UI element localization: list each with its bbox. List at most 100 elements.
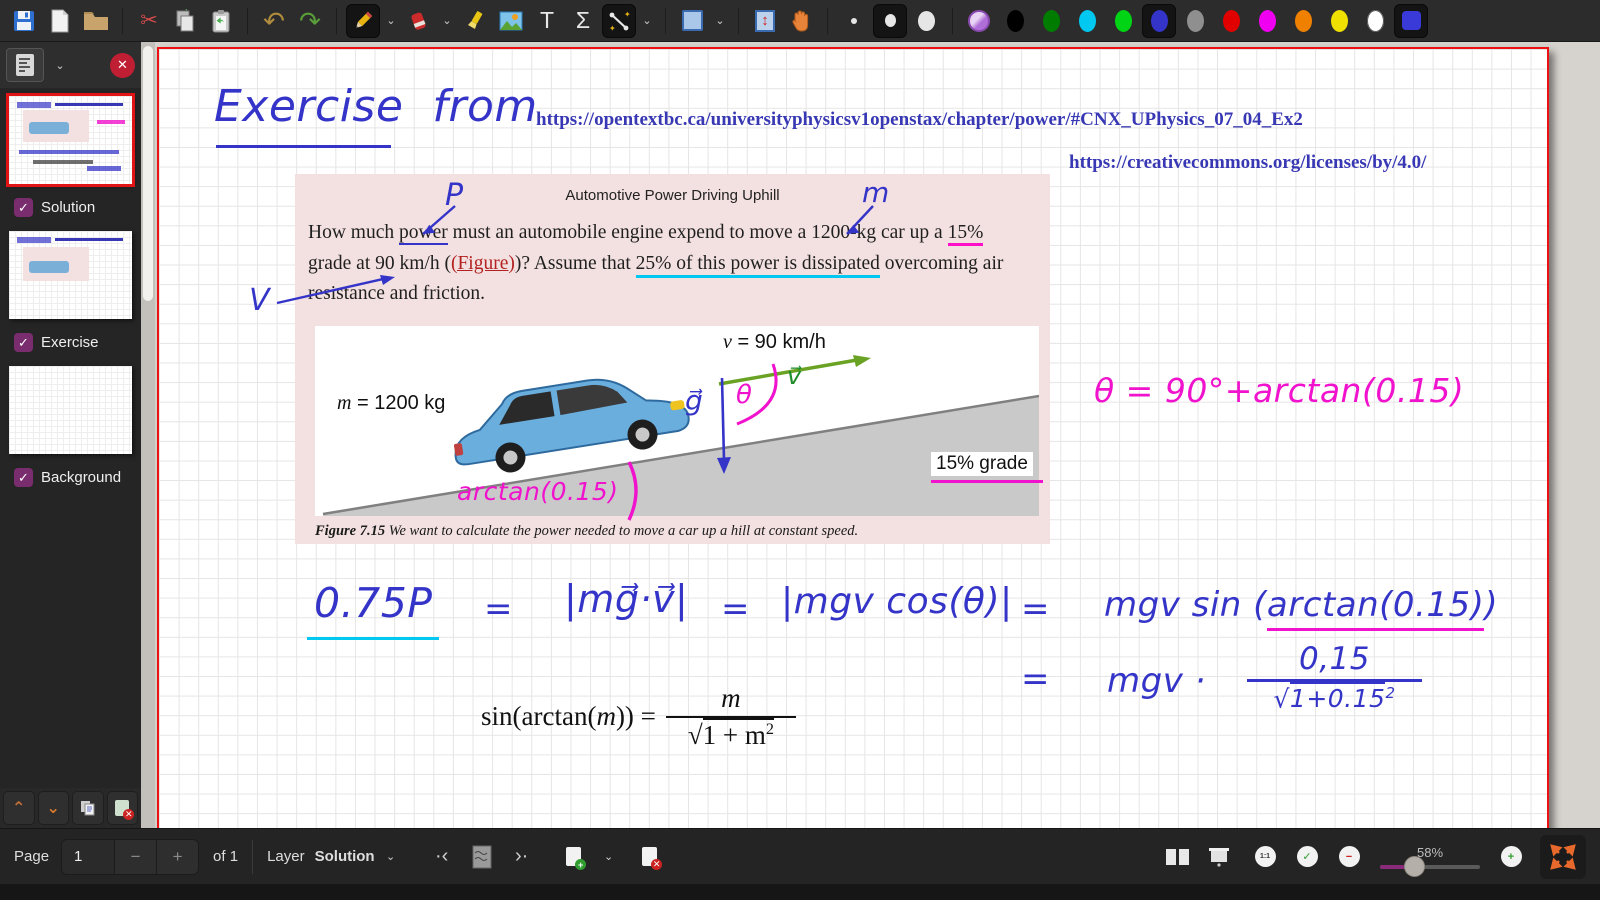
layer-thumbnail-exercise[interactable] — [9, 231, 132, 319]
cut-button[interactable]: ✂ — [133, 5, 165, 37]
ink-eq-term-3c: ) — [1484, 585, 1498, 625]
select-color-button[interactable] — [1395, 5, 1427, 37]
page-number-group: − + — [61, 839, 199, 875]
sidebar-footer: ⌃ ⌄ ✕ — [0, 788, 141, 828]
vertical-space-tool-button[interactable]: ↕ — [749, 5, 781, 37]
source-url[interactable]: https://opentextbc.ca/universityphysicsv… — [536, 109, 1303, 131]
move-layer-up-button[interactable]: ⌃ — [3, 791, 35, 825]
fullscreen-button[interactable] — [1540, 835, 1586, 879]
exponent: 2 — [766, 720, 774, 738]
vertical-space-icon: ↕ — [755, 10, 775, 32]
thickness-fine-button[interactable] — [838, 5, 870, 37]
color-red-button[interactable] — [1215, 5, 1247, 37]
zoom-slider[interactable] — [1380, 865, 1480, 869]
thumb-preview-content — [17, 237, 51, 243]
math-tex-button[interactable]: Σ — [567, 5, 599, 37]
zoom-original-button[interactable]: 1:1 — [1250, 842, 1280, 872]
color-white-button[interactable] — [1359, 5, 1391, 37]
selection-options-dropdown[interactable]: ⌄ — [712, 14, 728, 27]
prev-annotated-page-button[interactable]: ·‹ — [427, 842, 457, 872]
angle-right-icon: ›· — [515, 845, 528, 868]
next-page-button[interactable]: + — [156, 840, 198, 874]
move-layer-down-button[interactable]: ⌄ — [38, 791, 70, 825]
layer-checkbox-background[interactable]: ✓ — [14, 468, 33, 487]
layer-thumbnail-full[interactable] — [9, 96, 132, 184]
sidebar-close-button[interactable]: ✕ — [110, 53, 135, 78]
copy-button[interactable] — [169, 5, 201, 37]
two-page-icon — [1166, 849, 1189, 865]
color-cyan-button[interactable] — [1071, 5, 1103, 37]
pen-options-dropdown[interactable]: ⌄ — [383, 14, 399, 27]
color-darkgreen-button[interactable] — [1035, 5, 1067, 37]
insert-image-button[interactable] — [495, 5, 527, 37]
zoom-slider-handle[interactable] — [1404, 856, 1425, 877]
zoom-in-button[interactable]: + — [1496, 842, 1526, 872]
new-document-button[interactable] — [44, 5, 76, 37]
zoom-fit-button[interactable]: ✓ — [1292, 842, 1322, 872]
color-chooser-button[interactable] — [963, 5, 995, 37]
eraser-options-dropdown[interactable]: ⌄ — [439, 14, 455, 27]
figure-mass-label: m = 1200 kg — [337, 392, 445, 415]
delete-page-button[interactable]: ✕ — [635, 842, 665, 872]
new-page-button[interactable]: + — [559, 842, 589, 872]
zoom-controls: 1:1 ✓ − 58% + — [1162, 835, 1586, 879]
preview-mode-dropdown[interactable]: ⌄ — [52, 59, 68, 72]
color-orange-button[interactable] — [1287, 5, 1319, 37]
new-page-dropdown[interactable]: ⌄ — [601, 850, 617, 863]
text-tool-button[interactable]: T — [531, 5, 563, 37]
figure-link[interactable]: (Figure) — [451, 253, 515, 274]
sidebar-scrollbar[interactable] — [141, 42, 155, 828]
shape-options-dropdown[interactable]: ⌄ — [639, 14, 655, 27]
sidebar-scrollbar-thumb[interactable] — [143, 46, 153, 301]
notebook-page[interactable]: Exercise from https://opentextbc.ca/univ… — [157, 47, 1549, 828]
presentation-mode-button[interactable] — [1204, 842, 1234, 872]
color-magenta-button[interactable] — [1251, 5, 1283, 37]
annotated-page-icon — [472, 845, 492, 869]
toolbar-separator — [122, 8, 123, 34]
zoom-out-button[interactable]: − — [1334, 842, 1364, 872]
figure-speed-label: v = 90 km/h — [723, 331, 826, 354]
eraser-tool-button[interactable] — [403, 5, 435, 37]
delete-layer-button[interactable]: ✕ — [107, 791, 139, 825]
highlighter-tool-button[interactable] — [459, 5, 491, 37]
ink-theta-equation: θ = 90°+arctan(0.15) — [1094, 371, 1464, 410]
color-yellow-button[interactable] — [1323, 5, 1355, 37]
page-number-input[interactable] — [62, 840, 114, 874]
layer-checkbox-solution[interactable]: ✓ — [14, 198, 33, 217]
toolbar-separator — [665, 8, 666, 34]
ink-equals-3: = — [1021, 589, 1050, 629]
previous-page-button[interactable]: − — [114, 840, 156, 874]
select-rectangle-button[interactable] — [676, 5, 708, 37]
redo-button[interactable]: ↷ — [294, 5, 326, 37]
duplicate-layer-button[interactable] — [72, 791, 104, 825]
color-black-button[interactable] — [999, 5, 1031, 37]
paired-pages-button[interactable] — [1162, 842, 1192, 872]
zoom-slider-group: 58% — [1380, 845, 1480, 869]
mass-variable: m — [337, 392, 351, 414]
color-green-button[interactable] — [1107, 5, 1139, 37]
layer-label: Background — [41, 469, 121, 486]
layer-dropdown[interactable]: ⌄ — [383, 850, 399, 863]
chevron-down-icon: ⌄ — [47, 798, 60, 818]
sigma-icon: Σ — [576, 9, 590, 32]
color-blue-button[interactable] — [1143, 5, 1175, 37]
undo-button[interactable]: ↶ — [258, 5, 290, 37]
layer-thumbnail-background[interactable] — [9, 366, 132, 454]
identity-lhs: sin(arctan(m)) = — [481, 701, 656, 732]
thickness-thick-button[interactable] — [910, 5, 942, 37]
license-url[interactable]: https://creativecommons.org/licenses/by/… — [1069, 152, 1426, 174]
paste-button[interactable] — [205, 5, 237, 37]
svg-text:✦: ✦ — [609, 24, 616, 33]
hand-tool-button[interactable] — [785, 5, 817, 37]
color-gray-button[interactable] — [1179, 5, 1211, 37]
next-annotated-page-button[interactable]: ›· — [507, 842, 537, 872]
caption-text: We want to calculate the power needed to… — [385, 523, 858, 539]
pen-tool-button[interactable] — [347, 5, 379, 37]
thickness-medium-button[interactable] — [874, 5, 906, 37]
save-button[interactable] — [8, 5, 40, 37]
shape-line-tool-button[interactable]: ✦✦ — [603, 5, 635, 37]
open-button[interactable] — [80, 5, 112, 37]
color-orange-swatch — [1295, 10, 1312, 32]
preview-mode-button[interactable] — [6, 48, 44, 82]
layer-checkbox-exercise[interactable]: ✓ — [14, 333, 33, 352]
